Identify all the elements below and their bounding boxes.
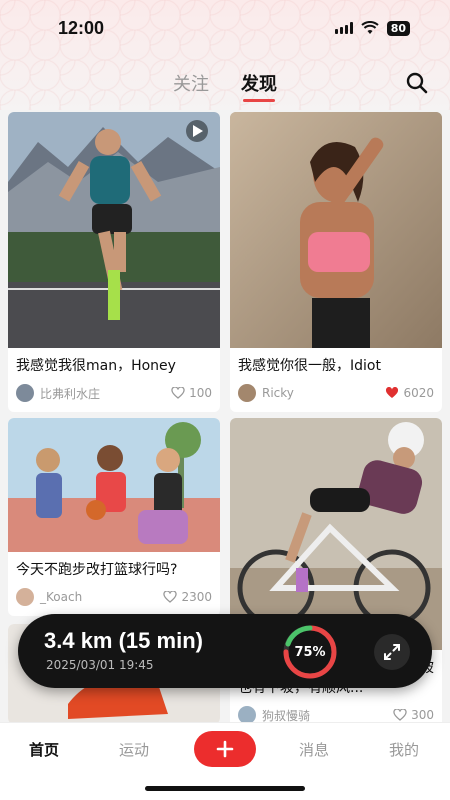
activity-tracker[interactable]: 3.4 km (15 min) 2025/03/01 19:45 75% — [18, 614, 432, 688]
expand-button[interactable] — [374, 634, 410, 670]
like-button[interactable]: 6020 — [385, 386, 434, 400]
home-indicator — [145, 786, 305, 791]
author-name: 比弗利水庄 — [40, 386, 101, 401]
add-button[interactable] — [194, 731, 256, 767]
tracker-distance: 3.4 km (15 min) — [44, 628, 203, 653]
card-photo-basketball[interactable] — [8, 418, 220, 552]
avatar — [16, 588, 34, 606]
like-button[interactable]: 300 — [393, 708, 434, 722]
like-button[interactable]: 100 — [171, 386, 212, 400]
feed-card[interactable]: 今天不跑步改打篮球行吗? _Koach 2300 — [8, 418, 220, 616]
author-name: 狗叔慢骑 — [262, 708, 311, 723]
status-bar: 12:00 80 — [0, 0, 450, 56]
battery-icon: 80 — [386, 20, 410, 36]
card-author[interactable]: 比弗利水庄 — [16, 384, 100, 402]
card-meta: 比弗利水庄 100 — [8, 376, 220, 412]
cellular-signal-icon — [334, 22, 353, 34]
avatar — [16, 384, 34, 402]
nav-messages[interactable]: 消息 — [284, 739, 344, 760]
heart-icon — [393, 709, 407, 721]
heart-filled-icon — [386, 387, 399, 398]
nav-sport[interactable]: 运动 — [104, 739, 164, 760]
top-tabs: 关注 发现 — [0, 66, 450, 102]
feed-card[interactable]: 我感觉我很man，Honey 比弗利水庄 100 — [8, 112, 220, 412]
avatar — [238, 384, 256, 402]
expand-icon — [384, 644, 400, 660]
tab-discover[interactable]: 发现 — [241, 70, 277, 102]
feed-card[interactable]: 我感觉你很一般，Idiot Ricky 6020 — [230, 112, 442, 412]
card-title: 我感觉我很man，Honey — [16, 358, 176, 374]
status-time: 12:00 — [58, 17, 105, 38]
card-title: 我感觉你很一般，Idiot — [238, 358, 381, 374]
author-name: Ricky — [262, 386, 294, 400]
plus-icon — [216, 740, 234, 758]
progress-percent: 75% — [294, 644, 326, 660]
heart-icon — [163, 591, 178, 603]
search-icon[interactable] — [406, 72, 428, 94]
like-button[interactable]: 2300 — [163, 590, 212, 604]
card-author[interactable]: Ricky — [238, 384, 294, 402]
status-icons: 80 — [334, 20, 410, 36]
card-author[interactable]: _Koach — [16, 588, 82, 606]
like-count: 6020 — [403, 386, 434, 400]
card-meta: _Koach 2300 — [8, 580, 220, 616]
heart-icon — [171, 387, 185, 399]
tab-following[interactable]: 关注 — [173, 70, 209, 96]
card-photo-runner[interactable] — [8, 112, 220, 348]
card-title: 今天不跑步改打篮球行吗? — [16, 562, 178, 578]
wifi-icon — [361, 21, 379, 34]
tracker-datetime: 2025/03/01 19:45 — [46, 658, 154, 672]
card-meta: Ricky 6020 — [230, 376, 442, 412]
nav-profile[interactable]: 我的 — [374, 739, 434, 760]
author-name: _Koach — [40, 590, 83, 604]
like-count: 100 — [189, 386, 212, 400]
like-count: 2300 — [181, 590, 212, 604]
nav-home[interactable]: 首页 — [14, 739, 74, 760]
like-count: 300 — [411, 708, 434, 722]
card-photo-fitness[interactable] — [230, 112, 442, 348]
